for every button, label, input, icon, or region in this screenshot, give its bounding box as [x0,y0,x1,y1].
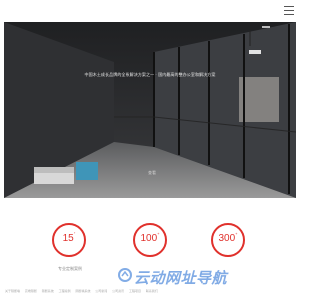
hero-tagline: 中国木土成长品牌的全系解决方案之一 · 国内最高的整办公室和解决方案 [84,72,216,77]
footer-links: 关于隔断墙 高端隔断 隔断系统 工程案例 隔断墙系统 公司新闻 公司资讯 工程项… [5,289,162,293]
hero-banner: 中国木土成长品牌的全系解决方案之一 · 国内最高的整办公室和解决方案 查看 [4,22,296,198]
watermark-logo-icon [118,268,132,282]
footer-link[interactable]: 高端隔断 [25,289,37,293]
footer-link[interactable]: 联系我们 [146,289,158,293]
footer-link[interactable]: 隔断墙系统 [75,289,90,293]
stat-circle-1: 15° [52,223,86,257]
header [0,0,300,22]
hamburger-menu-icon[interactable] [284,6,294,15]
stat-circle-2: 100+ [133,223,167,257]
footer-link[interactable]: 公司新闻 [95,289,107,293]
stat-circle-3: 300+ [211,223,245,257]
footer-link[interactable]: 工程项目 [129,289,141,293]
footer-link[interactable]: 工程案例 [59,289,71,293]
footer-link[interactable]: 公司资讯 [112,289,124,293]
footer-link[interactable]: 隔断系统 [42,289,54,293]
footer-link[interactable]: 关于隔断墙 [5,289,20,293]
stat-label: 专业定制案例 [58,266,82,271]
watermark-text: 云动网址导航 [134,270,228,287]
hero-more-button[interactable]: 查看 [144,170,160,177]
